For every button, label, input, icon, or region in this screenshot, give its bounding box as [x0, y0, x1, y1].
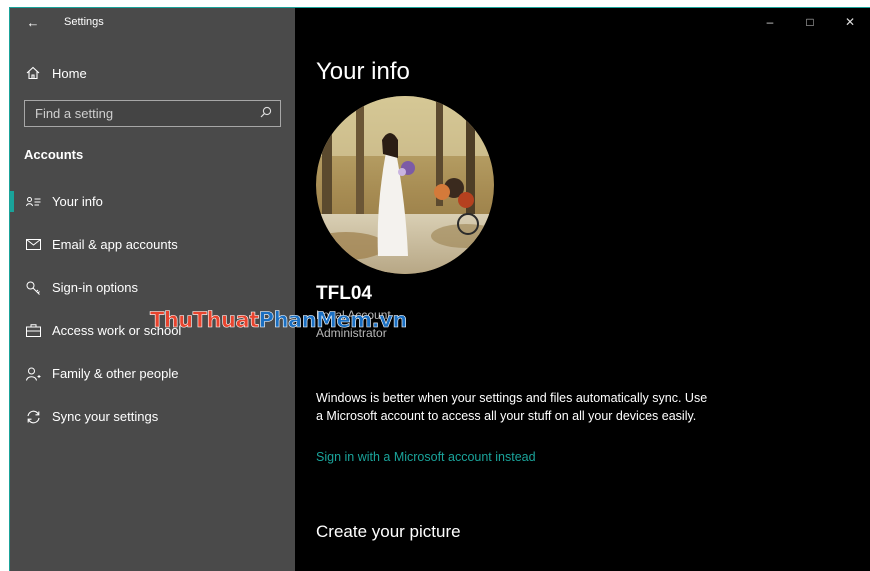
sidebar-item-label: Family & other people: [52, 366, 179, 381]
sidebar-item-sync-your-settings[interactable]: Sync your settings: [10, 395, 295, 438]
sidebar-item-label: Sign-in options: [52, 280, 138, 295]
home-label: Home: [52, 65, 87, 81]
app-title: Settings: [64, 16, 104, 28]
search-icon[interactable]: [260, 105, 272, 123]
main-content: – □ ✕ Your info TFL04 Local Account Admi…: [295, 8, 870, 571]
close-button[interactable]: ✕: [830, 8, 870, 36]
mail-icon: [24, 236, 42, 254]
section-title: Accounts: [24, 147, 84, 162]
settings-window: ← Settings Home Accounts Your info: [9, 7, 870, 571]
home-icon: [24, 64, 42, 82]
sidebar-item-your-info[interactable]: Your info: [10, 180, 295, 223]
account-name: TFL04: [316, 283, 372, 304]
microsoft-account-link[interactable]: Sign in with a Microsoft account instead: [316, 450, 536, 464]
title-bar: ← Settings: [10, 8, 295, 36]
sync-icon: [24, 408, 42, 426]
sync-message: Windows is better when your settings and…: [316, 391, 708, 423]
search-box[interactable]: [24, 100, 281, 127]
search-input[interactable]: [35, 106, 260, 121]
back-button[interactable]: ←: [10, 8, 56, 36]
sidebar-item-family-other-people[interactable]: Family & other people: [10, 352, 295, 395]
arrow-left-icon: ←: [26, 14, 40, 30]
sidebar-item-email-app-accounts[interactable]: Email & app accounts: [10, 223, 295, 266]
maximize-icon: □: [806, 15, 814, 29]
watermark: ThuThuatPhanMem.vn: [150, 308, 408, 333]
maximize-button[interactable]: □: [790, 8, 830, 36]
contact-card-icon: [24, 193, 42, 211]
sidebar: ← Settings Home Accounts Your info: [10, 8, 295, 571]
avatar: [316, 96, 494, 274]
sidebar-item-label: Your info: [52, 194, 103, 209]
sidebar-item-label: Email & app accounts: [52, 237, 178, 252]
page-title: Your info: [316, 58, 410, 85]
close-icon: ✕: [844, 15, 856, 29]
sidebar-item-sign-in-options[interactable]: Sign-in options: [10, 266, 295, 309]
sidebar-item-label: Sync your settings: [52, 409, 159, 424]
window-controls: – □ ✕: [750, 8, 870, 36]
briefcase-icon: [24, 322, 42, 340]
create-picture-heading: Create your picture: [316, 522, 461, 541]
key-icon: [24, 279, 42, 297]
minimize-button[interactable]: –: [750, 8, 790, 36]
person-add-icon: [24, 365, 42, 383]
minimize-icon: –: [766, 15, 774, 29]
home-link[interactable]: Home: [10, 58, 295, 88]
